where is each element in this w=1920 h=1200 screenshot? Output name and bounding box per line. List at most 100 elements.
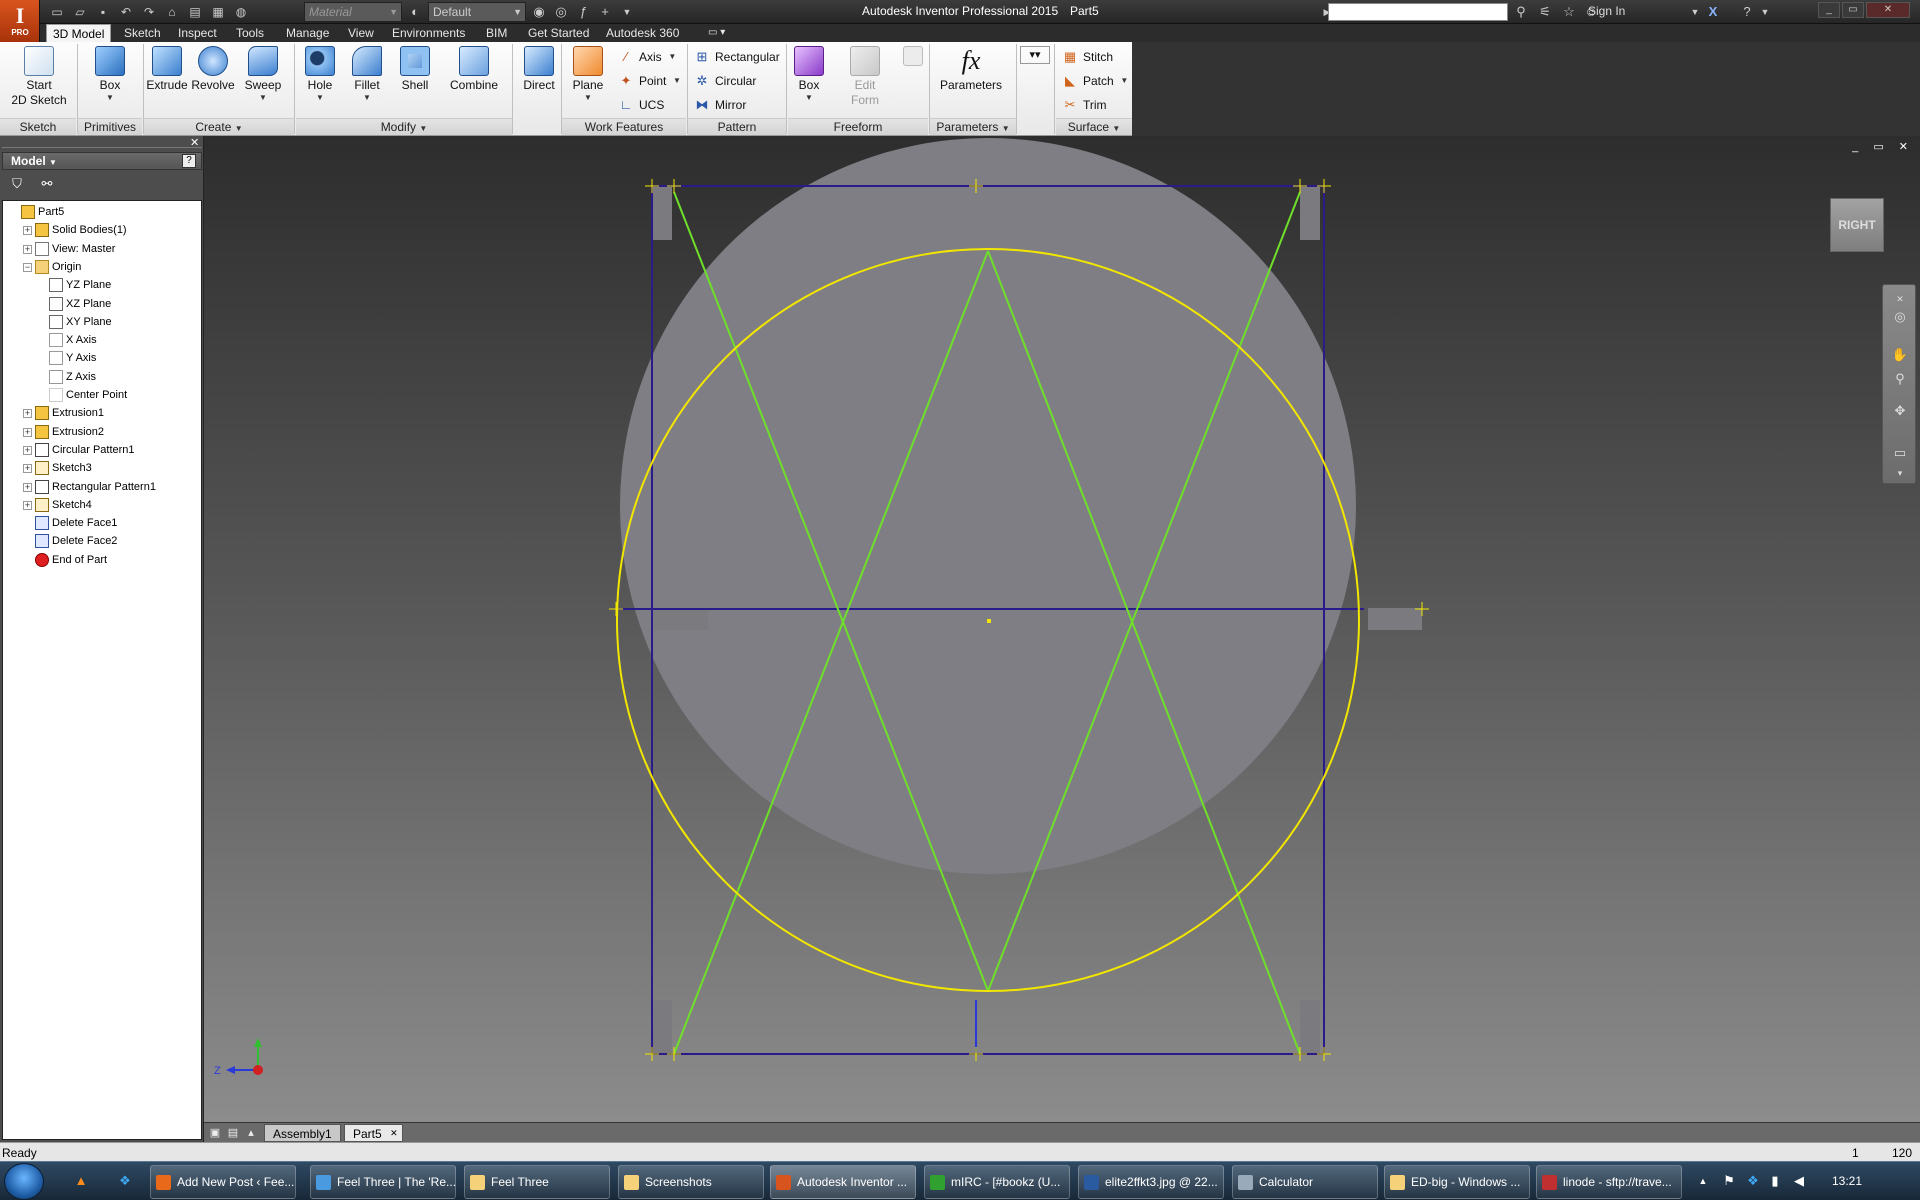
- close-tab-icon[interactable]: ✕: [390, 1124, 398, 1142]
- taskbar-button[interactable]: linode - sftp://trave...: [1536, 1165, 1682, 1199]
- tree-expander-icon[interactable]: +: [23, 427, 32, 437]
- tree-node[interactable]: Z Axis: [49, 368, 96, 386]
- close-button[interactable]: ✕: [1866, 2, 1910, 18]
- dropbox-icon[interactable]: ❖: [116, 1172, 134, 1190]
- chevron-down-icon[interactable]: ▼: [1686, 3, 1704, 21]
- freeform-extra-button[interactable]: [900, 46, 926, 68]
- start-2d-sketch-button[interactable]: Start 2D Sketch: [6, 46, 72, 108]
- tree-node[interactable]: YZ Plane: [49, 276, 111, 294]
- sign-in-link[interactable]: Sign In: [1588, 4, 1625, 18]
- tree-node[interactable]: View: Master: [35, 240, 115, 258]
- tab-environments[interactable]: Environments: [386, 24, 471, 42]
- tree-expander-icon[interactable]: +: [23, 500, 32, 510]
- tree-node[interactable]: Sketch3: [35, 459, 92, 477]
- tree-node[interactable]: Delete Face2: [35, 532, 117, 550]
- undo-icon[interactable]: ↶: [117, 3, 135, 21]
- tree-node[interactable]: XY Plane: [49, 313, 112, 331]
- taskbar-button[interactable]: Feel Three | The 'Re...: [310, 1165, 456, 1199]
- material-combo[interactable]: Material ▼: [304, 2, 402, 22]
- tray-dropbox-icon[interactable]: ❖: [1744, 1172, 1762, 1190]
- help-icon[interactable]: ?: [1738, 3, 1756, 21]
- find-binoculars-icon[interactable]: ⚯: [38, 175, 56, 193]
- ribbon-options-icon[interactable]: ▭ ▾: [702, 24, 731, 42]
- taskbar-button[interactable]: Calculator: [1232, 1165, 1378, 1199]
- tree-expander-icon[interactable]: +: [23, 445, 32, 455]
- tab-sketch[interactable]: Sketch: [118, 24, 167, 42]
- tab-view[interactable]: View: [342, 24, 380, 42]
- tree-node[interactable]: X Axis: [49, 331, 97, 349]
- save-icon[interactable]: ▪: [94, 3, 112, 21]
- tab-autodesk-360[interactable]: Autodesk 360: [600, 24, 685, 42]
- network-icon[interactable]: ▮: [1766, 1172, 1784, 1190]
- communication-icon[interactable]: ⚟: [1536, 3, 1554, 21]
- application-menu-button[interactable]: I PRO: [0, 0, 40, 42]
- ucs-button[interactable]: ∟ UCS: [618, 94, 665, 116]
- search-input[interactable]: [1328, 3, 1508, 21]
- hole-button[interactable]: Hole ▼: [300, 46, 340, 102]
- browser-close-icon[interactable]: ✕: [190, 138, 199, 149]
- sweep-button[interactable]: Sweep ▼: [240, 46, 286, 102]
- binoculars-icon[interactable]: ⚲: [1512, 3, 1530, 21]
- tree-node[interactable]: Part5: [21, 203, 64, 221]
- panel-title-parameters[interactable]: Parameters ▼: [930, 118, 1016, 135]
- tree-node[interactable]: Center Point: [49, 386, 127, 404]
- redo-icon[interactable]: ↷: [140, 3, 158, 21]
- appearance-combo[interactable]: Default ▼: [428, 2, 526, 22]
- tree-node[interactable]: Extrusion1: [35, 404, 104, 422]
- point-button[interactable]: ✦ Point ▼: [618, 70, 681, 92]
- tree-node[interactable]: Circular Pattern1: [35, 441, 135, 459]
- axis-button[interactable]: ⁄ Axis ▼: [618, 46, 676, 68]
- tree-node[interactable]: Rectangular Pattern1: [35, 478, 156, 496]
- tree-node[interactable]: XZ Plane: [49, 295, 111, 313]
- shell-button[interactable]: Shell: [394, 46, 436, 93]
- graphics-viewport[interactable]: _ ▭ ✕ RIGHT ✕ ◎ ✋ ⚲ ✥ ▭ ▾ Z: [204, 136, 1920, 1122]
- maximize-button[interactable]: ▭: [1842, 2, 1864, 18]
- doc-tab-assembly1[interactable]: Assembly1: [264, 1124, 341, 1142]
- surface-options-dropdown[interactable]: ▾▾: [1020, 46, 1050, 64]
- patch-button[interactable]: ◣ Patch ▼: [1062, 70, 1128, 92]
- fillet-button[interactable]: Fillet ▼: [346, 46, 388, 102]
- tree-expander-icon[interactable]: +: [23, 464, 32, 474]
- taskbar-button[interactable]: Autodesk Inventor ...: [770, 1165, 916, 1199]
- freeform-box-button[interactable]: Box ▼: [788, 46, 830, 102]
- start-button[interactable]: [4, 1163, 44, 1200]
- filter-icon[interactable]: ⛉: [8, 175, 26, 193]
- tree-node[interactable]: Origin: [35, 258, 81, 276]
- tab-tools[interactable]: Tools: [230, 24, 270, 42]
- action-center-flag-icon[interactable]: ⚑: [1720, 1172, 1738, 1190]
- browser-grip[interactable]: [2, 138, 202, 148]
- tree-node[interactable]: Extrusion2: [35, 423, 104, 441]
- edit-form-button[interactable]: Edit Form: [842, 46, 888, 108]
- favorites-icon[interactable]: ☆: [1560, 3, 1578, 21]
- vlc-icon[interactable]: ▲: [72, 1172, 90, 1190]
- cascade-icon[interactable]: ▤: [224, 1124, 242, 1142]
- doc-tab-part5[interactable]: Part5 ✕: [344, 1124, 403, 1142]
- extrude-button[interactable]: Extrude: [146, 46, 188, 93]
- taskbar-button[interactable]: Screenshots: [618, 1165, 764, 1199]
- tab-get-started[interactable]: Get Started: [522, 24, 595, 42]
- print-icon[interactable]: ▤: [186, 3, 204, 21]
- stitch-button[interactable]: ▦ Stitch: [1062, 46, 1113, 68]
- tree-node[interactable]: Delete Face1: [35, 514, 117, 532]
- tab-manage[interactable]: Manage: [280, 24, 335, 42]
- clock[interactable]: 13:21: [1832, 1174, 1862, 1188]
- clear-icon[interactable]: ◎: [552, 3, 570, 21]
- tile-icon[interactable]: ▣: [206, 1124, 224, 1142]
- tab-list-icon[interactable]: ▴: [242, 1124, 260, 1142]
- panel-title-modify[interactable]: Modify ▼: [296, 118, 512, 135]
- minimize-button[interactable]: _: [1818, 2, 1840, 18]
- panel-title-create[interactable]: Create ▼: [144, 118, 294, 135]
- taskbar-button[interactable]: Add New Post ‹ Fee...: [150, 1165, 296, 1199]
- tab-3d-model[interactable]: 3D Model: [46, 24, 112, 42]
- qat-customize-icon[interactable]: ▼: [618, 3, 636, 21]
- tree-node[interactable]: Solid Bodies(1): [35, 221, 127, 239]
- taskbar-button[interactable]: mIRC - [#bookz (U...: [924, 1165, 1070, 1199]
- taskbar-button[interactable]: elite2ffkt3.jpg @ 22...: [1078, 1165, 1224, 1199]
- exchange-icon[interactable]: X: [1704, 3, 1722, 21]
- taskbar-button[interactable]: Feel Three: [464, 1165, 610, 1199]
- taskbar-button[interactable]: ED-big - Windows ...: [1384, 1165, 1530, 1199]
- browser-title-dropdown[interactable]: Model ▼: [2, 152, 202, 170]
- primitive-box-button[interactable]: Box ▼: [88, 46, 132, 102]
- revolve-button[interactable]: Revolve: [190, 46, 236, 93]
- tab-bim[interactable]: BIM: [480, 24, 513, 42]
